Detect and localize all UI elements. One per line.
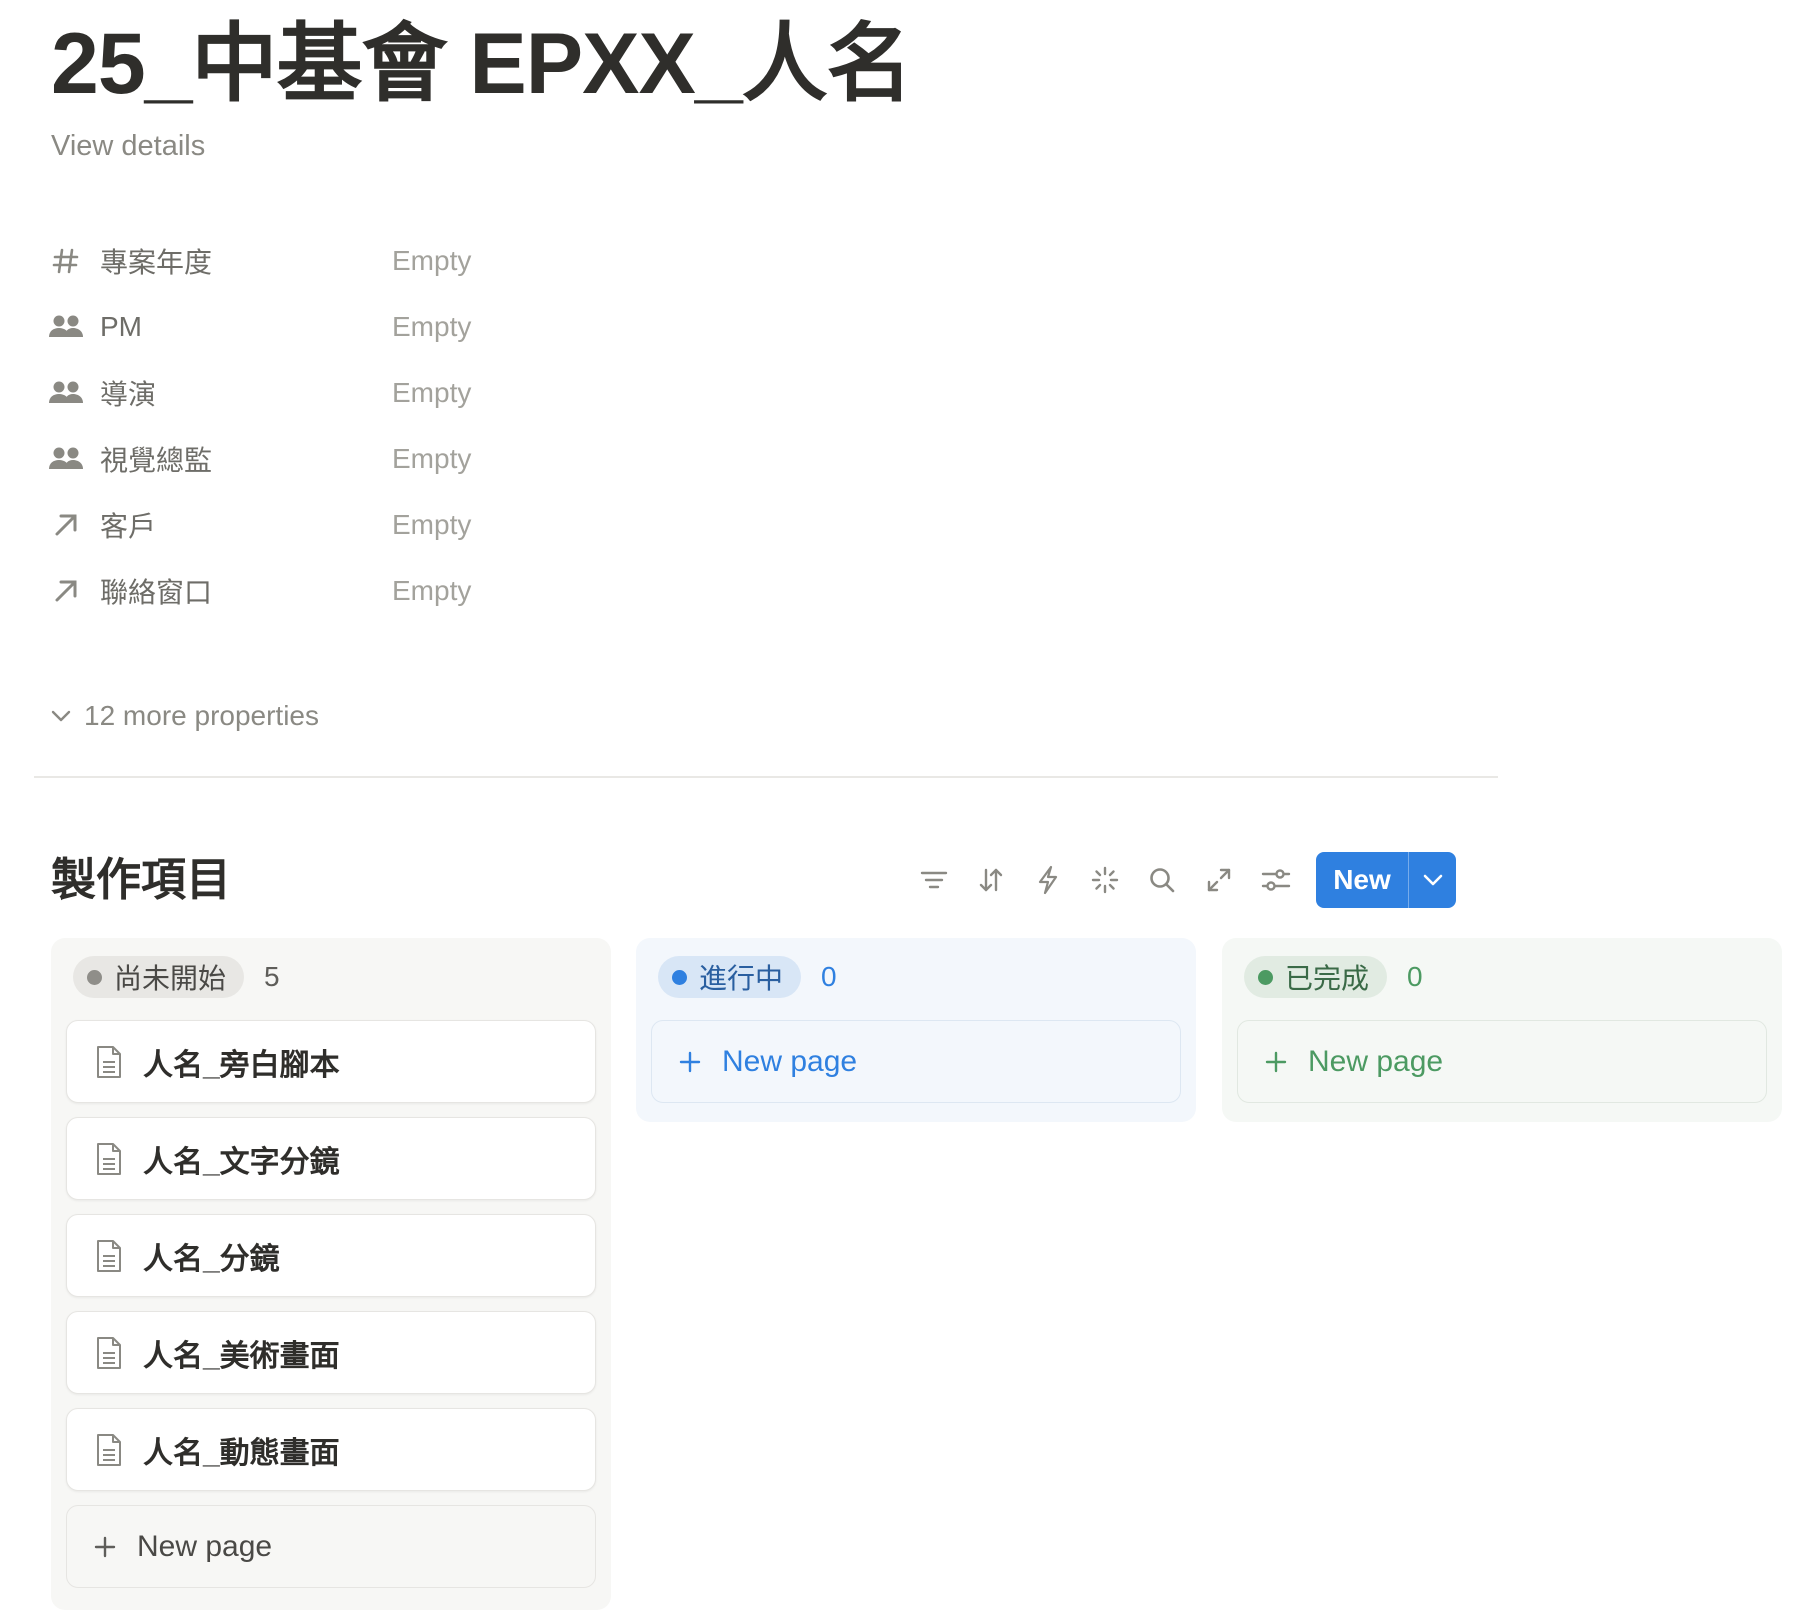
property-row-year[interactable]: 專案年度 Empty xyxy=(48,232,668,290)
property-row-contact[interactable]: 聯絡窗口 Empty xyxy=(48,562,668,620)
card-title: 人名_分鏡 xyxy=(143,1242,280,1276)
people-icon xyxy=(48,309,84,345)
plus-icon xyxy=(1260,1046,1292,1078)
more-properties-label: 12 more properties xyxy=(84,700,320,731)
status-label: 已完成 xyxy=(1285,963,1370,994)
new-page-button[interactable]: New page xyxy=(66,1505,596,1588)
property-row-director[interactable]: 導演 Empty xyxy=(48,364,668,422)
relation-arrow-icon xyxy=(48,573,84,609)
card-title: 人名_動態畫面 xyxy=(143,1436,340,1470)
card-title: 人名_旁白腳本 xyxy=(143,1048,340,1082)
status-badge: 已完成 xyxy=(1244,956,1388,998)
board-column-not-started: 尚未開始 5 人名_旁白腳本 人名_文字分鏡 人名_分鏡 人名_美術畫面 人名_… xyxy=(51,938,611,1610)
property-value[interactable]: Empty xyxy=(392,509,471,541)
column-header[interactable]: 尚未開始 5 xyxy=(73,956,280,998)
expand-icon[interactable] xyxy=(1198,859,1240,901)
status-label: 尚未開始 xyxy=(114,963,227,994)
board-card[interactable]: 人名_分鏡 xyxy=(66,1214,596,1297)
column-count: 5 xyxy=(264,961,280,992)
new-page-label: New page xyxy=(137,1529,273,1563)
new-page-button[interactable]: New page xyxy=(651,1020,1181,1103)
new-page-label: New page xyxy=(722,1044,858,1078)
new-button-label[interactable]: New xyxy=(1316,852,1409,908)
ai-sparkle-icon[interactable] xyxy=(1084,859,1126,901)
board-column-in-progress: 進行中 0 New page xyxy=(636,938,1196,1122)
new-page-label: New page xyxy=(1308,1044,1444,1078)
board-card[interactable]: 人名_美術畫面 xyxy=(66,1311,596,1394)
property-name: 聯絡窗口 xyxy=(100,577,213,608)
document-icon xyxy=(91,1044,127,1080)
document-icon xyxy=(91,1432,127,1468)
status-label: 進行中 xyxy=(699,963,784,994)
database-toolbar xyxy=(913,858,1312,902)
search-icon[interactable] xyxy=(1141,859,1183,901)
divider xyxy=(34,776,1498,778)
column-count: 0 xyxy=(1407,961,1423,992)
new-button[interactable]: New xyxy=(1316,852,1456,908)
document-icon xyxy=(91,1141,127,1177)
property-name: 專案年度 xyxy=(100,247,213,278)
column-header[interactable]: 進行中 0 xyxy=(658,956,837,998)
chevron-down-icon xyxy=(48,703,74,729)
card-title: 人名_美術畫面 xyxy=(143,1339,340,1373)
notion-page: 25_中基會 EPXX_人名 View details 專案年度 Empty P… xyxy=(0,0,1816,1620)
people-icon xyxy=(48,441,84,477)
status-badge: 尚未開始 xyxy=(73,956,245,998)
database-title[interactable]: 製作項目 xyxy=(51,852,231,908)
people-icon xyxy=(48,375,84,411)
property-row-pm[interactable]: PM Empty xyxy=(48,298,668,356)
property-name: PM xyxy=(100,311,142,342)
status-badge: 進行中 xyxy=(658,956,802,998)
sort-icon[interactable] xyxy=(970,859,1012,901)
chevron-down-icon[interactable] xyxy=(1409,852,1456,908)
property-row-client[interactable]: 客戶 Empty xyxy=(48,496,668,554)
status-dot xyxy=(87,969,102,985)
property-value[interactable]: Empty xyxy=(392,311,471,343)
column-header[interactable]: 已完成 0 xyxy=(1244,956,1423,998)
plus-icon xyxy=(89,1531,121,1563)
filter-icon[interactable] xyxy=(913,859,955,901)
settings-icon[interactable] xyxy=(1255,859,1297,901)
hash-icon xyxy=(48,243,84,279)
more-properties-toggle[interactable]: 12 more properties xyxy=(48,696,319,736)
board-card[interactable]: 人名_旁白腳本 xyxy=(66,1020,596,1103)
view-details-link[interactable]: View details xyxy=(51,128,205,164)
property-name: 視覺總監 xyxy=(100,445,213,476)
card-title: 人名_文字分鏡 xyxy=(143,1145,340,1179)
property-value[interactable]: Empty xyxy=(392,377,471,409)
property-value[interactable]: Empty xyxy=(392,443,471,475)
automation-icon[interactable] xyxy=(1027,859,1069,901)
column-count: 0 xyxy=(821,961,837,992)
plus-icon xyxy=(674,1046,706,1078)
document-icon xyxy=(91,1238,127,1274)
property-row-visual-director[interactable]: 視覺總監 Empty xyxy=(48,430,668,488)
status-dot xyxy=(672,969,687,985)
new-page-button[interactable]: New page xyxy=(1237,1020,1767,1103)
property-name: 客戶 xyxy=(100,511,157,542)
page-title[interactable]: 25_中基會 EPXX_人名 xyxy=(51,14,913,114)
property-name: 導演 xyxy=(100,379,157,410)
document-icon xyxy=(91,1335,127,1371)
property-value[interactable]: Empty xyxy=(392,245,471,277)
board-column-done: 已完成 0 New page xyxy=(1222,938,1782,1122)
relation-arrow-icon xyxy=(48,507,84,543)
board-card[interactable]: 人名_動態畫面 xyxy=(66,1408,596,1491)
property-value[interactable]: Empty xyxy=(392,575,471,607)
board-card[interactable]: 人名_文字分鏡 xyxy=(66,1117,596,1200)
status-dot xyxy=(1258,969,1273,985)
